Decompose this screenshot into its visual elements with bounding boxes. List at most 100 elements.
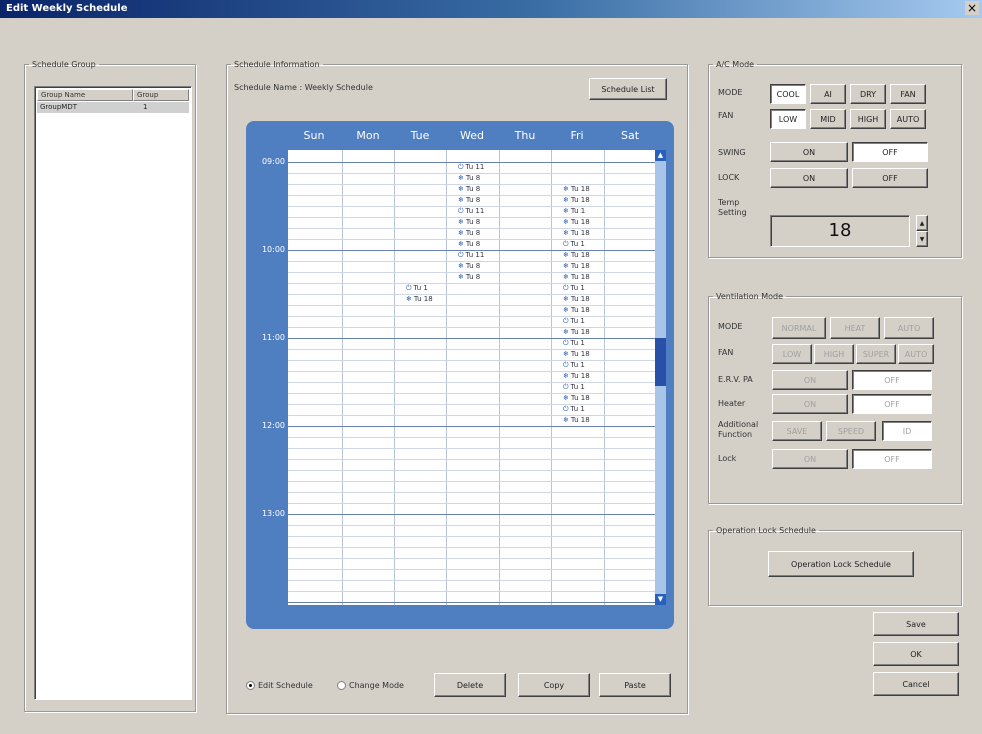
schedule-event[interactable]: ⏻ Tu 1	[563, 405, 585, 414]
erv-on-button[interactable]: ON	[772, 370, 848, 390]
schedule-event[interactable]: ❄ Tu 8	[458, 185, 480, 194]
edit-schedule-radio[interactable]	[246, 681, 255, 690]
schedule-event[interactable]: ⏻ Tu 11	[458, 163, 484, 172]
vent-fan-super-button[interactable]: SUPER	[856, 344, 896, 364]
schedule-event[interactable]: ❄ Tu 8	[458, 262, 480, 271]
vent-fan-low-button[interactable]: LOW	[772, 344, 812, 364]
group-list[interactable]: Group Name Group GroupMDT 1	[34, 86, 192, 700]
temp-down-icon[interactable]: ▼	[916, 231, 928, 247]
vent-mode-heat-button[interactable]: HEAT	[830, 317, 880, 339]
schedule-event[interactable]: ⏻ Tu 1	[563, 240, 585, 249]
ac-swing-on-button[interactable]: ON	[770, 142, 848, 162]
vent-mode-normal-button[interactable]: NORMAL	[772, 317, 826, 339]
event-text: Tu 18	[570, 372, 590, 380]
snowflake-icon: ❄	[563, 394, 569, 402]
list-item[interactable]: GroupMDT 1	[37, 102, 189, 113]
vent-mode-auto-button[interactable]: AUTO	[884, 317, 934, 339]
ok-button[interactable]: OK	[873, 642, 959, 666]
close-icon[interactable]: ×	[965, 1, 979, 15]
paste-button[interactable]: Paste	[599, 673, 671, 697]
ac-mode-dry-button[interactable]: DRY	[850, 84, 886, 104]
scroll-thumb[interactable]	[655, 338, 666, 386]
schedule-event[interactable]: ❄ Tu 18	[563, 394, 590, 403]
vent-fan-high-button[interactable]: HIGH	[814, 344, 854, 364]
day-header-mon: Mon	[356, 129, 380, 142]
schedule-event[interactable]: ❄ Tu 18	[563, 218, 590, 227]
schedule-event[interactable]: ❄ Tu 18	[563, 416, 590, 425]
schedule-event[interactable]: ❄ Tu 8	[458, 174, 480, 183]
event-text: Tu 18	[570, 306, 590, 314]
schedule-event[interactable]: ❄ Tu 18	[563, 251, 590, 260]
heater-on-button[interactable]: ON	[772, 394, 848, 414]
schedule-event[interactable]: ❄ Tu 8	[458, 196, 480, 205]
ac-fan-auto-button[interactable]: AUTO	[890, 109, 926, 129]
calendar-scrollbar[interactable]: ▲ ▼	[655, 150, 666, 605]
slot-divider	[288, 558, 655, 559]
scroll-up-icon[interactable]: ▲	[655, 150, 666, 161]
ac-lock-off-button[interactable]: OFF	[852, 168, 928, 188]
edit-schedule-label: Edit Schedule	[258, 681, 313, 690]
schedule-event[interactable]: ❄ Tu 18	[563, 185, 590, 194]
aux-id-button[interactable]: ID	[882, 421, 932, 441]
change-mode-radio[interactable]	[337, 681, 346, 690]
event-text: Tu 11	[465, 251, 485, 259]
operation-lock-schedule-button[interactable]: Operation Lock Schedule	[768, 551, 914, 577]
calendar-grid[interactable]: ⏻ Tu 11 ❄ Tu 8 ❄ Tu 8 ❄ Tu 8 ⏻ Tu 11 ❄ Tu 8 ❄ Tu 8 ❄ Tu…	[288, 150, 655, 605]
erv-off-button[interactable]: OFF	[852, 370, 932, 390]
ac-mode-fan-button[interactable]: FAN	[890, 84, 926, 104]
power-icon: ⏻	[458, 163, 464, 171]
scroll-down-icon[interactable]: ▼	[655, 594, 666, 605]
schedule-event[interactable]: ⏻ Tu 1	[563, 361, 585, 370]
schedule-event[interactable]: ⏻ Tu 1	[563, 383, 585, 392]
schedule-event[interactable]: ❄ Tu 18	[406, 295, 433, 304]
schedule-event[interactable]: ❄ Tu 18	[563, 295, 590, 304]
copy-button[interactable]: Copy	[518, 673, 590, 697]
event-text: Tu 1	[570, 207, 586, 215]
column-header-group-name[interactable]: Group Name	[37, 89, 133, 101]
ac-lock-on-button[interactable]: ON	[770, 168, 848, 188]
schedule-event[interactable]: ❄ Tu 18	[563, 196, 590, 205]
schedule-event[interactable]: ⏻ Tu 11	[458, 251, 484, 260]
schedule-event[interactable]: ❄ Tu 8	[458, 229, 480, 238]
schedule-event[interactable]: ❄ Tu 8	[458, 240, 480, 249]
ac-fan-high-button[interactable]: HIGH	[850, 109, 886, 129]
save-button[interactable]: Save	[873, 612, 959, 636]
schedule-event[interactable]: ❄ Tu 18	[563, 350, 590, 359]
schedule-event[interactable]: ❄ Tu 1	[563, 207, 585, 216]
schedule-event[interactable]: ⏻ Tu 1	[563, 339, 585, 348]
heater-off-button[interactable]: OFF	[852, 394, 932, 414]
ac-fan-low-button[interactable]: LOW	[770, 109, 806, 129]
aux-save-button[interactable]: SAVE	[772, 421, 822, 441]
ac-swing-off-button[interactable]: OFF	[852, 142, 928, 162]
temp-up-icon[interactable]: ▲	[916, 215, 928, 231]
schedule-event[interactable]: ❄ Tu 18	[563, 262, 590, 271]
vent-lock-off-button[interactable]: OFF	[852, 449, 932, 469]
ac-mode-ai-button[interactable]: AI	[810, 84, 846, 104]
schedule-event[interactable]: ⏻ Tu 1	[563, 317, 585, 326]
schedule-event[interactable]: ❄ Tu 18	[563, 306, 590, 315]
title-bar: Edit Weekly Schedule ×	[0, 0, 982, 18]
ac-fan-mid-button[interactable]: MID	[810, 109, 846, 129]
schedule-event[interactable]: ⏻ Tu 1	[563, 284, 585, 293]
power-icon: ⏻	[458, 207, 464, 215]
vent-fan-auto-button[interactable]: AUTO	[898, 344, 934, 364]
snowflake-icon: ❄	[563, 196, 569, 204]
schedule-event[interactable]: ❄ Tu 18	[563, 328, 590, 337]
schedule-event[interactable]: ❄ Tu 18	[563, 229, 590, 238]
schedule-event[interactable]: ❄ Tu 8	[458, 273, 480, 282]
time-label: 10:00	[261, 245, 285, 254]
vent-lock-on-button[interactable]: ON	[772, 449, 848, 469]
aux-speed-button[interactable]: SPEED	[826, 421, 876, 441]
ac-mode-cool-button[interactable]: COOL	[770, 84, 806, 104]
event-text: Tu 11	[465, 163, 485, 171]
schedule-event[interactable]: ❄ Tu 18	[563, 372, 590, 381]
schedule-event[interactable]: ⏻ Tu 11	[458, 207, 484, 216]
schedule-event[interactable]: ❄ Tu 18	[563, 273, 590, 282]
schedule-event[interactable]: ❄ Tu 8	[458, 218, 480, 227]
cancel-button[interactable]: Cancel	[873, 672, 959, 696]
event-text: Tu 1	[570, 240, 585, 248]
column-header-group[interactable]: Group	[133, 89, 189, 101]
schedule-event[interactable]: ⏻ Tu 1	[406, 284, 428, 293]
delete-button[interactable]: Delete	[434, 673, 506, 697]
schedule-list-button[interactable]: Schedule List	[589, 78, 667, 100]
